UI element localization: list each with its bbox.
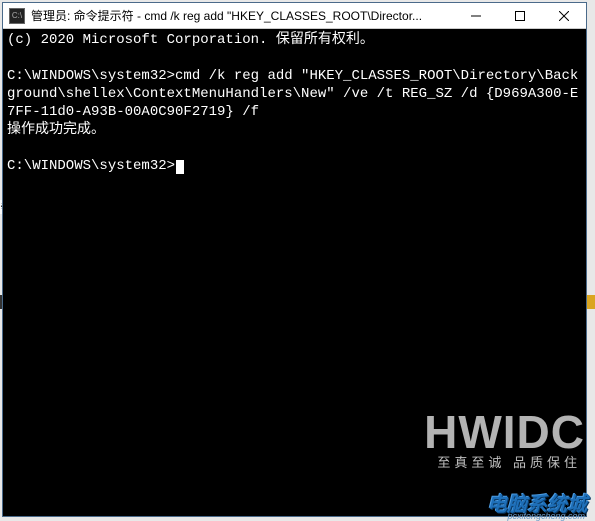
close-button[interactable] [542, 3, 586, 28]
success-line: 操作成功完成。 [7, 122, 105, 138]
watermark-slogan: 至真至诚 品质保住 [437, 452, 581, 471]
watermark-url: pcxitongcheng.com [507, 511, 585, 521]
command-line: C:\WINDOWS\system32>cmd /k reg add "HKEY… [7, 68, 578, 120]
prompt-line: C:\WINDOWS\system32> [7, 158, 175, 174]
copyright-line: (c) 2020 Microsoft Corporation. 保留所有权利。 [7, 32, 374, 48]
cursor [176, 160, 184, 174]
titlebar[interactable]: C:\ 管理员: 命令提示符 - cmd /k reg add "HKEY_CL… [3, 3, 586, 29]
window-controls [454, 3, 586, 28]
cmd-icon: C:\ [9, 8, 25, 24]
window-title: 管理员: 命令提示符 - cmd /k reg add "HKEY_CLASSE… [31, 7, 454, 24]
maximize-button[interactable] [498, 3, 542, 28]
watermark-brand: HWIDC [424, 405, 585, 459]
minimize-button[interactable] [454, 3, 498, 28]
